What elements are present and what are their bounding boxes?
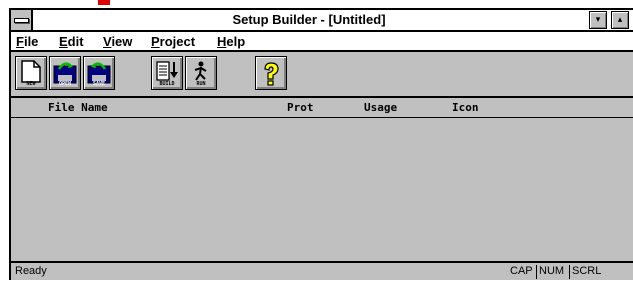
menu-edit-key: E xyxy=(59,34,68,49)
menu-help-key: H xyxy=(217,34,227,49)
system-menu-button[interactable] xyxy=(11,10,33,30)
build-button[interactable]: BUILD xyxy=(151,56,183,90)
title-bar: Setup Builder - [Untitled] ▾ ▴ xyxy=(11,10,633,32)
menu-help-rest: elp xyxy=(226,34,246,49)
open-button[interactable]: OPEN xyxy=(49,56,81,90)
toolbar: NEW OPEN SAVE BUILD RUN xyxy=(11,52,633,98)
menu-file-key: F xyxy=(16,34,24,49)
menu-project-key: P xyxy=(151,34,160,49)
new-button[interactable]: NEW xyxy=(15,56,47,90)
app-window: Setup Builder - [Untitled] ▾ ▴ File Edit… xyxy=(9,8,633,280)
menu-project-rest: roject xyxy=(159,34,196,49)
menu-bar: File Edit View Project Help xyxy=(11,32,633,52)
status-text: Ready xyxy=(15,265,47,277)
menu-edit[interactable]: Edit xyxy=(59,33,84,50)
save-button-caption: SAVE xyxy=(92,81,106,87)
scrl-indicator: SCRL xyxy=(572,265,602,277)
menu-view-rest: iew xyxy=(111,34,133,49)
status-bar: Ready CAP NUM SCRL xyxy=(11,261,633,280)
help-icon xyxy=(264,62,279,86)
open-button-caption: OPEN xyxy=(58,81,72,87)
column-prot[interactable]: Prot xyxy=(287,100,314,116)
system-menu-icon xyxy=(14,18,29,23)
build-button-caption: BUILD xyxy=(159,81,175,87)
run-button-caption: RUN xyxy=(196,81,206,87)
column-icon[interactable]: Icon xyxy=(452,100,479,116)
cap-indicator: CAP xyxy=(510,265,533,277)
column-file-name[interactable]: File Name xyxy=(48,100,108,116)
column-usage[interactable]: Usage xyxy=(364,100,397,116)
file-list[interactable] xyxy=(11,118,633,261)
menu-file[interactable]: File xyxy=(16,33,38,50)
menu-project[interactable]: Project xyxy=(151,33,195,50)
menu-view[interactable]: View xyxy=(103,33,132,50)
num-indicator: NUM xyxy=(539,265,565,277)
red-marker xyxy=(98,0,110,5)
menu-file-rest: ile xyxy=(23,34,39,49)
status-separator xyxy=(536,265,537,279)
menu-help[interactable]: Help xyxy=(217,33,245,50)
minimize-button[interactable]: ▾ xyxy=(589,11,607,29)
status-separator xyxy=(569,265,570,279)
help-button[interactable] xyxy=(255,56,287,90)
menu-edit-rest: dit xyxy=(67,34,84,49)
maximize-button[interactable]: ▴ xyxy=(611,11,629,29)
column-header: File Name Prot Usage Icon xyxy=(11,98,633,118)
window-title: Setup Builder - [Untitled] xyxy=(232,12,386,27)
save-button[interactable]: SAVE xyxy=(83,56,115,90)
run-button[interactable]: RUN xyxy=(185,56,217,90)
new-button-caption: NEW xyxy=(26,81,36,87)
